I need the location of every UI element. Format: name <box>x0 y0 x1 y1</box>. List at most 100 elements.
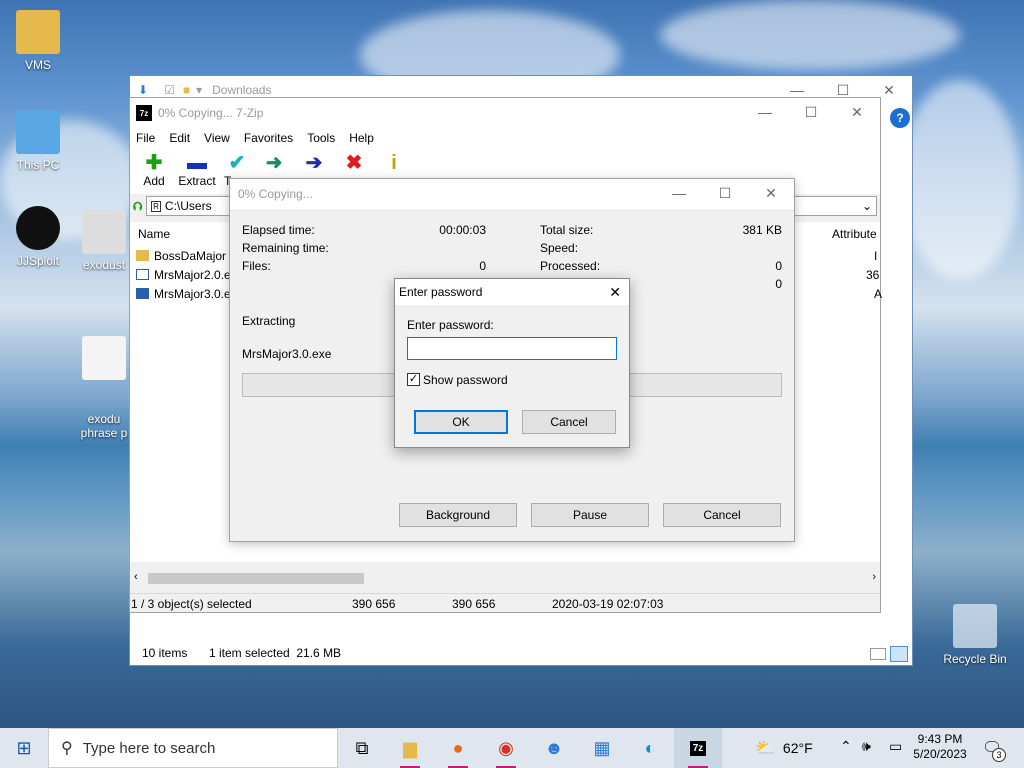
edge-taskbar-icon[interactable]: ◐ <box>626 728 674 768</box>
status-selected: 1 / 3 object(s) selected <box>131 596 252 611</box>
desktop-icon-vms[interactable]: VMS <box>0 10 76 72</box>
desktop-icon-jjsploit[interactable]: JJSploit <box>0 206 76 268</box>
background-button[interactable]: Background <box>399 503 517 527</box>
attribute-value: 36 <box>866 267 880 282</box>
test-check-icon: ✔ <box>228 152 246 174</box>
menu-favorites[interactable]: Favorites <box>244 131 293 145</box>
up-folder-icon[interactable]: ⮉ <box>133 199 142 214</box>
speed-label: Speed: <box>540 241 579 255</box>
close-icon[interactable]: ✕ <box>748 179 794 207</box>
computer-icon <box>16 110 60 154</box>
firefox-taskbar-icon[interactable]: ● <box>434 728 482 768</box>
jjsploit-icon <box>16 206 60 250</box>
cloud <box>900 80 1020 280</box>
status-size: 390 656 <box>352 596 396 611</box>
7zip-app-icon: 7z <box>136 105 152 121</box>
add-label: Add <box>143 174 165 188</box>
7zip-window-buttons: — ☐ ✕ <box>742 98 880 126</box>
folder-user-icon <box>16 10 60 54</box>
minus-icon: ▬ <box>187 152 207 174</box>
info-button[interactable]: i <box>374 148 414 174</box>
file-name: MrsMajor2.0.ex <box>154 267 237 282</box>
add-button[interactable]: ✚ Add <box>134 148 174 188</box>
people-taskbar-icon[interactable]: ☻ <box>530 728 578 768</box>
password-input[interactable] <box>407 337 617 360</box>
details-view-icon[interactable] <box>870 648 886 660</box>
drive-icon: R <box>151 200 161 212</box>
desktop-icon-recycle-bin[interactable]: Recycle Bin <box>937 604 1013 666</box>
desktop-icon-label: VMS <box>24 58 51 72</box>
taskbar-search-box[interactable]: ⚲ Type here to search <box>48 728 338 768</box>
desktop-icon-exodus[interactable]: exodust <box>76 210 132 272</box>
pause-button[interactable]: Pause <box>531 503 649 527</box>
download-arrow-icon: ⬇ <box>138 83 149 97</box>
task-view-icon[interactable]: ⧉ <box>338 728 386 768</box>
progress-title: 0% Copying... <box>238 187 313 201</box>
clock[interactable]: 9:43 PM 5/20/2023 <box>912 732 968 762</box>
ok-button[interactable]: OK <box>414 410 508 434</box>
column-name[interactable]: Name <box>138 227 170 241</box>
show-password-label: Show password <box>423 373 508 387</box>
operation-label: Extracting <box>242 314 296 328</box>
progress-cancel-button[interactable]: Cancel <box>663 503 781 527</box>
network-icon[interactable]: ▭ <box>889 738 902 755</box>
menu-file[interactable]: File <box>136 131 155 145</box>
menu-edit[interactable]: Edit <box>169 131 190 145</box>
file-name: BossDaMajor <box>154 248 227 263</box>
7zip-statusbar: 1 / 3 object(s) selected 390 656 390 656… <box>130 593 880 613</box>
horizontal-scrollbar[interactable]: ‹ › <box>130 570 880 587</box>
extract-button[interactable]: ▬ Extract <box>174 148 220 188</box>
chevron-down-icon[interactable]: ⌄ <box>862 199 872 213</box>
extract-label: Extract <box>178 174 216 188</box>
close-icon[interactable]: ✕ <box>609 284 621 301</box>
copy-button[interactable]: ➜ <box>254 148 294 174</box>
desktop-icon-label: JJSploit <box>16 254 60 268</box>
scroll-right-icon[interactable]: › <box>872 571 876 583</box>
7zip-title: 0% Copying... 7-Zip <box>158 106 264 120</box>
column-attributes[interactable]: Attribute <box>832 227 877 241</box>
show-password-checkbox[interactable]: ✓ <box>407 373 420 386</box>
delete-button[interactable]: ✖ <box>334 148 374 174</box>
menu-help[interactable]: Help <box>349 131 374 145</box>
chrome-taskbar-icon[interactable]: ◉ <box>482 728 530 768</box>
minimize-icon[interactable]: — <box>742 98 788 126</box>
help-icon[interactable]: ? <box>890 108 910 128</box>
copy-arrow-icon: ➜ <box>265 152 283 174</box>
scrollbar-thumb[interactable] <box>148 573 364 584</box>
clock-date: 5/20/2023 <box>913 747 967 761</box>
password-cancel-button[interactable]: Cancel <box>522 410 616 434</box>
maximize-icon[interactable]: ☐ <box>702 179 748 207</box>
search-icon: ⚲ <box>61 740 73 757</box>
move-button[interactable]: ➔ <box>294 148 334 174</box>
volume-icon[interactable]: 🕪 <box>862 738 871 755</box>
menu-tools[interactable]: Tools <box>307 131 335 145</box>
file-explorer-taskbar-icon[interactable]: ▆ <box>386 728 434 768</box>
show-hidden-icons-chevron-icon[interactable]: ⌃ <box>840 738 852 755</box>
large-icons-view-icon[interactable] <box>890 646 908 662</box>
calendar-taskbar-icon[interactable]: ▦ <box>578 728 626 768</box>
notification-badge: 3 <box>992 748 1006 762</box>
processed-value: 0 <box>775 259 782 273</box>
password-dialog-title: Enter password <box>399 285 483 299</box>
properties-icon[interactable]: ☑ <box>164 83 175 97</box>
desktop-icon-label: This PC <box>16 158 60 172</box>
weather-cloud-sun-icon: ⛅ <box>755 740 775 757</box>
maximize-icon[interactable]: ☐ <box>788 98 834 126</box>
weather-widget[interactable]: ⛅ 62°F <box>755 738 813 758</box>
7zip-taskbar-icon[interactable]: 7z <box>674 728 722 768</box>
desktop-icon-this-pc[interactable]: This PC <box>0 110 76 172</box>
desktop-icon-label: Recycle Bin <box>943 652 1007 666</box>
compressed-value: 0 <box>775 277 782 291</box>
menu-view[interactable]: View <box>204 131 230 145</box>
7zip-menubar: File Edit View Favorites Tools Help <box>130 128 880 148</box>
desktop-icon-label: exodust <box>82 258 126 272</box>
quick-access-dropdown-icon[interactable]: ▾ <box>196 83 202 97</box>
minimize-icon[interactable]: — <box>656 179 702 207</box>
close-icon[interactable]: ✕ <box>834 98 880 126</box>
cloud <box>660 0 960 70</box>
windows-start-icon[interactable]: ⊞ <box>0 728 48 768</box>
explorer-title: Downloads <box>212 83 272 97</box>
scroll-left-icon[interactable]: ‹ <box>134 571 138 583</box>
desktop-icon-phrase[interactable]: exodu phrase p <box>76 308 132 454</box>
attribute-value: I <box>874 248 878 263</box>
